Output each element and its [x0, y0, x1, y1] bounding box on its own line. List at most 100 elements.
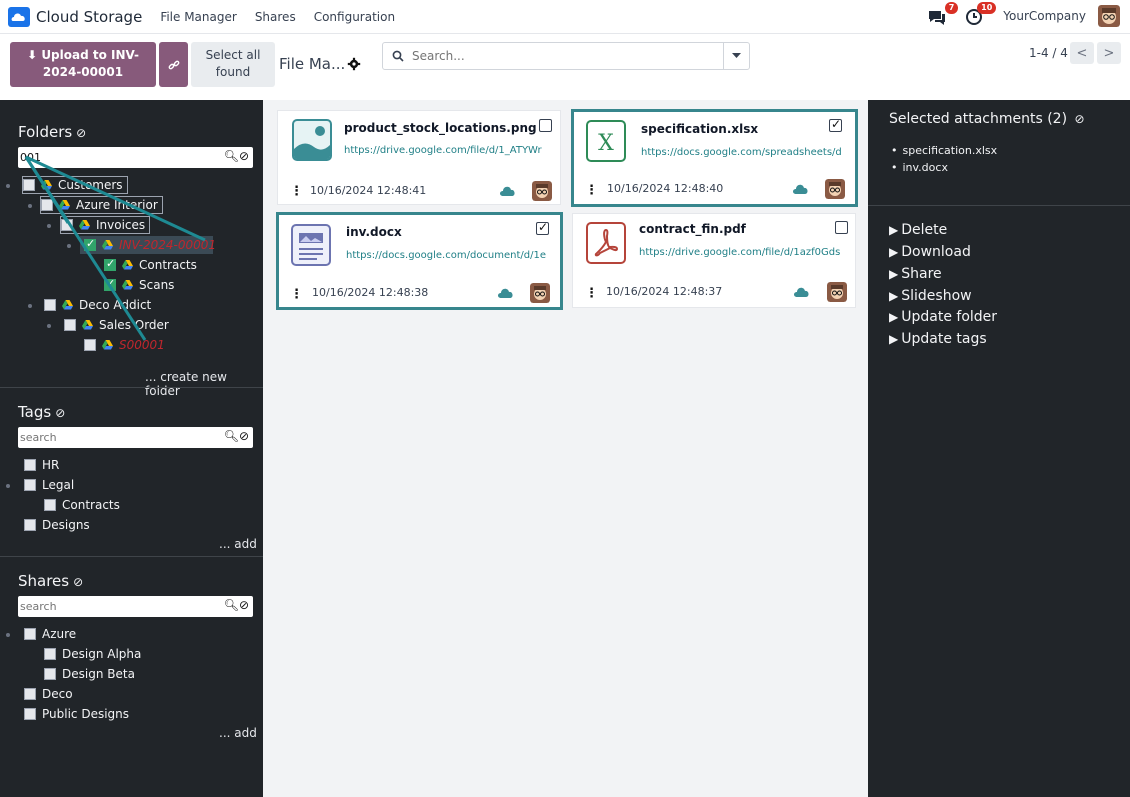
upload-button[interactable]: ⬇ Upload to INV-2024-00001	[10, 42, 156, 87]
expand-icon[interactable]	[6, 484, 10, 488]
attachment-checkbox[interactable]	[539, 119, 552, 132]
company-switcher[interactable]: YourCompany	[1003, 9, 1086, 23]
clear-selection-icon[interactable]: ⊘	[1075, 112, 1085, 126]
search-tools-icon[interactable]: 🔍︎⊘	[224, 149, 249, 163]
search-options-toggle[interactable]	[723, 43, 749, 69]
pager-value[interactable]: 1-4 / 4	[1029, 46, 1068, 60]
shares-search-input[interactable]	[18, 600, 218, 613]
owner-avatar[interactable]	[825, 179, 845, 199]
folder-checkbox-checked[interactable]	[104, 257, 116, 271]
clear-shares-icon[interactable]: ⊘	[73, 575, 83, 589]
attachment-name[interactable]: contract_fin.pdf	[639, 222, 746, 236]
share-checkbox[interactable]	[24, 628, 36, 640]
attachment-name[interactable]: inv.docx	[346, 225, 402, 239]
tag-checkbox[interactable]	[44, 499, 56, 511]
attachment-card-selected[interactable]: inv.docx https://docs.google.com/documen…	[276, 212, 563, 310]
folder-checkbox[interactable]	[64, 319, 76, 331]
attachment-url[interactable]: https://drive.google.com/file/d/1_ATYWr	[344, 145, 554, 156]
tag-contracts[interactable]: Contracts	[44, 496, 120, 514]
folder-inv-2024-00001[interactable]: INV-2024-00001	[80, 236, 216, 254]
attachment-card-selected[interactable]: X specification.xlsx https://docs.google…	[571, 109, 858, 207]
attachment-name[interactable]: product_stock_locations.png	[344, 121, 537, 135]
expand-icon[interactable]	[47, 224, 51, 228]
attachment-checkbox-checked[interactable]	[829, 117, 842, 132]
tag-checkbox[interactable]	[24, 459, 36, 471]
tag-designs[interactable]: Designs	[24, 516, 90, 534]
user-avatar[interactable]	[1098, 5, 1120, 27]
search-tools-icon[interactable]: 🔍︎⊘	[224, 429, 249, 443]
expand-icon[interactable]	[47, 324, 51, 328]
share-design-alpha[interactable]: Design Alpha	[44, 645, 141, 663]
tag-checkbox[interactable]	[24, 519, 36, 531]
kebab-menu-icon[interactable]: ⋮	[585, 286, 598, 301]
tags-search-input[interactable]	[18, 431, 218, 444]
action-download[interactable]: Download	[889, 244, 971, 260]
menu-file-manager[interactable]: File Manager	[160, 10, 237, 24]
share-checkbox[interactable]	[24, 708, 36, 720]
app-name[interactable]: Cloud Storage	[36, 8, 142, 26]
folder-checkbox[interactable]	[44, 299, 56, 311]
folder-checkbox[interactable]	[84, 339, 96, 351]
folders-search-input[interactable]	[18, 151, 218, 164]
share-public-designs[interactable]: Public Designs	[24, 705, 129, 723]
tag-hr[interactable]: HR	[24, 456, 59, 474]
folder-s00001[interactable]: S00001	[84, 336, 165, 354]
attachment-checkbox-checked[interactable]	[536, 220, 549, 235]
clear-selection-icon[interactable]: ⊘	[76, 126, 86, 140]
folder-checkbox-checked[interactable]	[84, 237, 96, 251]
attachment-card[interactable]: product_stock_locations.png https://driv…	[277, 110, 561, 205]
share-checkbox[interactable]	[24, 688, 36, 700]
folder-invoices[interactable]: Invoices	[60, 216, 151, 234]
menu-configuration[interactable]: Configuration	[314, 10, 395, 24]
pager-previous-button[interactable]: <	[1070, 42, 1094, 64]
clear-tags-icon[interactable]: ⊘	[55, 406, 65, 420]
folder-scans[interactable]: Scans	[104, 276, 174, 294]
messages-button[interactable]: 7	[927, 2, 959, 27]
folder-sales-order[interactable]: Sales Order	[64, 316, 169, 334]
kebab-menu-icon[interactable]: ⋮	[585, 183, 598, 198]
action-delete[interactable]: Delete	[889, 222, 947, 238]
add-link-button[interactable]	[159, 42, 188, 87]
action-share[interactable]: Share	[889, 266, 941, 282]
owner-avatar[interactable]	[530, 283, 550, 303]
action-update-folder[interactable]: Update folder	[889, 309, 997, 325]
attachment-url[interactable]: https://drive.google.com/file/d/1azf0Gds	[639, 247, 851, 258]
create-folder-link[interactable]: ... create new folder	[145, 370, 263, 398]
gear-icon[interactable]	[347, 57, 361, 71]
share-checkbox[interactable]	[44, 648, 56, 660]
tag-legal[interactable]: Legal	[24, 476, 74, 494]
add-share-link[interactable]: ... add	[219, 726, 257, 740]
add-tag-link[interactable]: ... add	[219, 537, 257, 551]
menu-shares[interactable]: Shares	[255, 10, 296, 24]
expand-icon[interactable]	[6, 633, 10, 637]
folder-customers[interactable]: Customers	[22, 176, 128, 194]
tag-checkbox[interactable]	[24, 479, 36, 491]
pager-next-button[interactable]: >	[1097, 42, 1121, 64]
search-tools-icon[interactable]: 🔍︎⊘	[224, 598, 249, 612]
attachment-url[interactable]: https://docs.google.com/document/d/1e	[346, 250, 551, 261]
folder-deco-addict[interactable]: Deco Addict	[44, 296, 151, 314]
search-input[interactable]	[412, 49, 712, 63]
expand-icon[interactable]	[6, 184, 10, 188]
attachment-url[interactable]: https://docs.google.com/spreadsheets/d	[641, 147, 851, 158]
folder-azure-interior[interactable]: Azure Interior	[40, 196, 163, 214]
owner-avatar[interactable]	[827, 282, 847, 302]
share-design-beta[interactable]: Design Beta	[44, 665, 135, 683]
folder-checkbox[interactable]	[23, 179, 35, 191]
expand-icon[interactable]	[67, 244, 71, 248]
cloud-storage-logo-icon[interactable]	[8, 6, 30, 27]
kebab-menu-icon[interactable]: ⋮	[290, 184, 303, 199]
attachment-name[interactable]: specification.xlsx	[641, 122, 758, 136]
owner-avatar[interactable]	[532, 181, 552, 201]
share-deco[interactable]: Deco	[24, 685, 73, 703]
share-azure[interactable]: Azure	[24, 625, 76, 643]
share-checkbox[interactable]	[44, 668, 56, 680]
action-slideshow[interactable]: Slideshow	[889, 288, 971, 304]
attachment-checkbox[interactable]	[835, 221, 848, 234]
expand-icon[interactable]	[28, 304, 32, 308]
action-update-tags[interactable]: Update tags	[889, 331, 986, 347]
folder-checkbox-checked[interactable]	[104, 277, 116, 291]
attachment-card[interactable]: contract_fin.pdf https://drive.google.co…	[572, 213, 856, 308]
folder-contracts[interactable]: Contracts	[104, 256, 197, 274]
folder-checkbox[interactable]	[41, 199, 53, 211]
